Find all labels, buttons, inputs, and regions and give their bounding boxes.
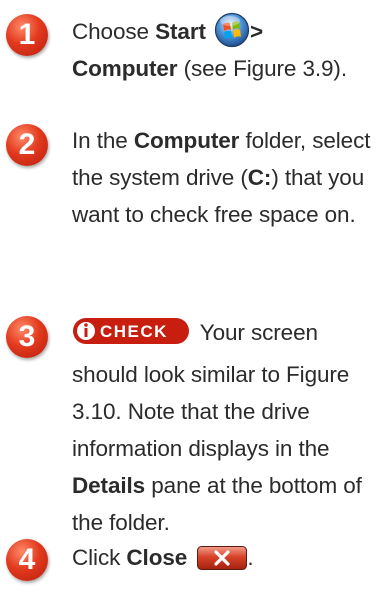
computer-label: Computer — [72, 56, 178, 81]
step-2: 2 In the Computer folder, select the sys… — [0, 110, 382, 310]
details-label: Details — [72, 473, 146, 498]
step-number-badge: 2 — [6, 124, 48, 166]
step-text: Click Close . — [72, 539, 382, 576]
text-run: Choose — [72, 19, 156, 44]
drive-label: C: — [247, 165, 272, 190]
step-number-badge: 1 — [6, 14, 48, 56]
text-run: . — [247, 545, 254, 570]
step-text: Choose Start > Computer (see Figure 3.9)… — [72, 12, 382, 87]
step-4: 4 Click Close . — [0, 527, 382, 599]
check-info-icon: CHECK — [72, 317, 190, 356]
text-run: (see Figure 3.9). — [177, 56, 347, 81]
arrow-label: > — [250, 19, 264, 44]
step-3: 3 CHECK Your screen should look similar … — [0, 310, 382, 535]
step-text: CHECK Your screen should look similar to… — [72, 314, 372, 541]
close-label: Close — [126, 545, 188, 570]
close-x-button-icon — [197, 544, 248, 570]
step-1: 1 Choose Start > Computer (see Figure 3.… — [0, 0, 382, 110]
check-label: CHECK — [100, 322, 168, 341]
text-run: Click — [72, 545, 127, 570]
windows-start-orb-icon — [214, 12, 250, 48]
step-text: In the Computer folder, select the syste… — [72, 122, 372, 233]
text-run: In the — [72, 128, 134, 153]
step-number-badge: 4 — [6, 539, 48, 581]
start-label: Start — [155, 19, 206, 44]
computer-label: Computer — [133, 128, 240, 153]
step-number-badge: 3 — [6, 316, 48, 358]
